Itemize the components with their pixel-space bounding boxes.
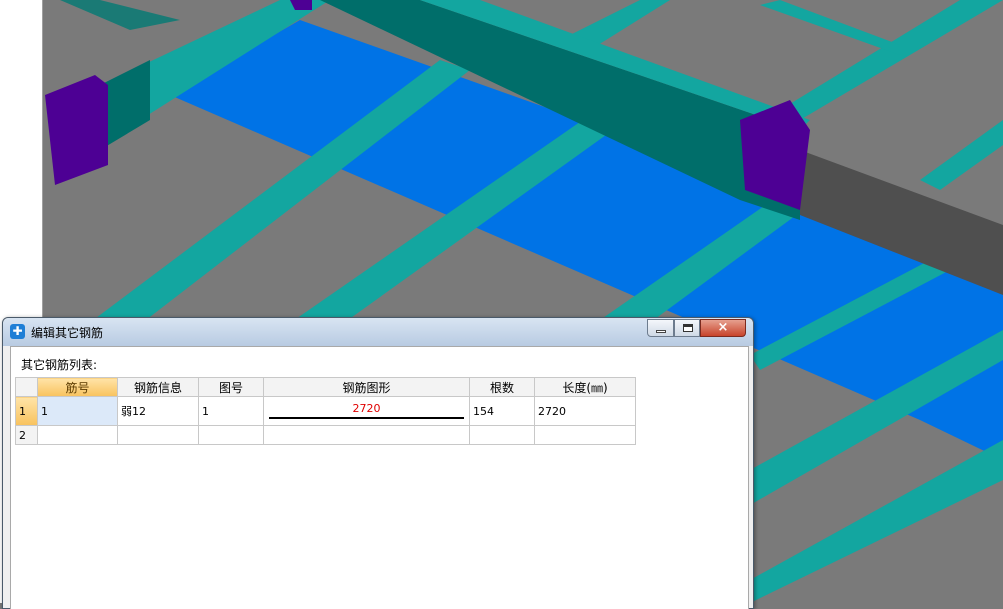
dialog-content: 其它钢筋列表: 筋号 钢筋信息 图号 钢筋图形 根数 长度(㎜) 1 1 弱12… (10, 346, 749, 609)
edit-other-rebar-dialog: ✚ 编辑其它钢筋 × 其它钢筋列表: 筋号 钢筋信息 图号 钢筋图形 根数 长度… (2, 317, 754, 609)
col-header-figure-no[interactable]: 图号 (198, 377, 264, 397)
close-icon: × (717, 320, 729, 335)
close-button[interactable]: × (700, 319, 746, 337)
row-number[interactable]: 1 (15, 396, 38, 426)
table-row[interactable]: 2 (15, 425, 636, 445)
minimize-button[interactable] (647, 319, 674, 337)
corner-header (15, 377, 38, 397)
list-label: 其它钢筋列表: (21, 358, 98, 372)
cell-shape[interactable]: 2720 (263, 396, 470, 426)
cell-bar-info[interactable]: 弱12 (117, 396, 199, 426)
cell-count[interactable] (469, 425, 535, 445)
rebar-table: 筋号 钢筋信息 图号 钢筋图形 根数 长度(㎜) 1 1 弱12 1 2720 … (15, 377, 636, 445)
column-left (45, 75, 108, 185)
shape-line (269, 417, 464, 419)
minimize-icon (656, 330, 666, 333)
maximize-button[interactable] (674, 319, 700, 337)
maximize-icon (683, 324, 693, 332)
dialog-title: 编辑其它钢筋 (31, 326, 104, 340)
cell-bar-no[interactable]: 1 (37, 396, 118, 426)
cell-figure-no[interactable]: 1 (198, 396, 264, 426)
cell-figure-no[interactable] (198, 425, 264, 445)
app-icon: ✚ (10, 324, 25, 339)
col-header-bar-info[interactable]: 钢筋信息 (117, 377, 199, 397)
cell-length[interactable]: 2720 (534, 396, 636, 426)
table-header-row: 筋号 钢筋信息 图号 钢筋图形 根数 长度(㎜) (15, 377, 636, 397)
cell-length[interactable] (534, 425, 636, 445)
col-header-count[interactable]: 根数 (469, 377, 535, 397)
col-header-length[interactable]: 长度(㎜) (534, 377, 636, 397)
col-header-bar-no[interactable]: 筋号 (37, 377, 118, 397)
col-header-shape[interactable]: 钢筋图形 (263, 377, 470, 397)
row-number[interactable]: 2 (15, 425, 38, 445)
dialog-titlebar[interactable]: ✚ 编辑其它钢筋 × (3, 318, 753, 346)
cell-shape[interactable] (263, 425, 470, 445)
cell-bar-info[interactable] (117, 425, 199, 445)
table-row[interactable]: 1 1 弱12 1 2720 154 2720 (15, 396, 636, 426)
cell-bar-no[interactable] (37, 425, 118, 445)
shape-dimension-label: 2720 (352, 402, 381, 415)
cell-count[interactable]: 154 (469, 396, 535, 426)
